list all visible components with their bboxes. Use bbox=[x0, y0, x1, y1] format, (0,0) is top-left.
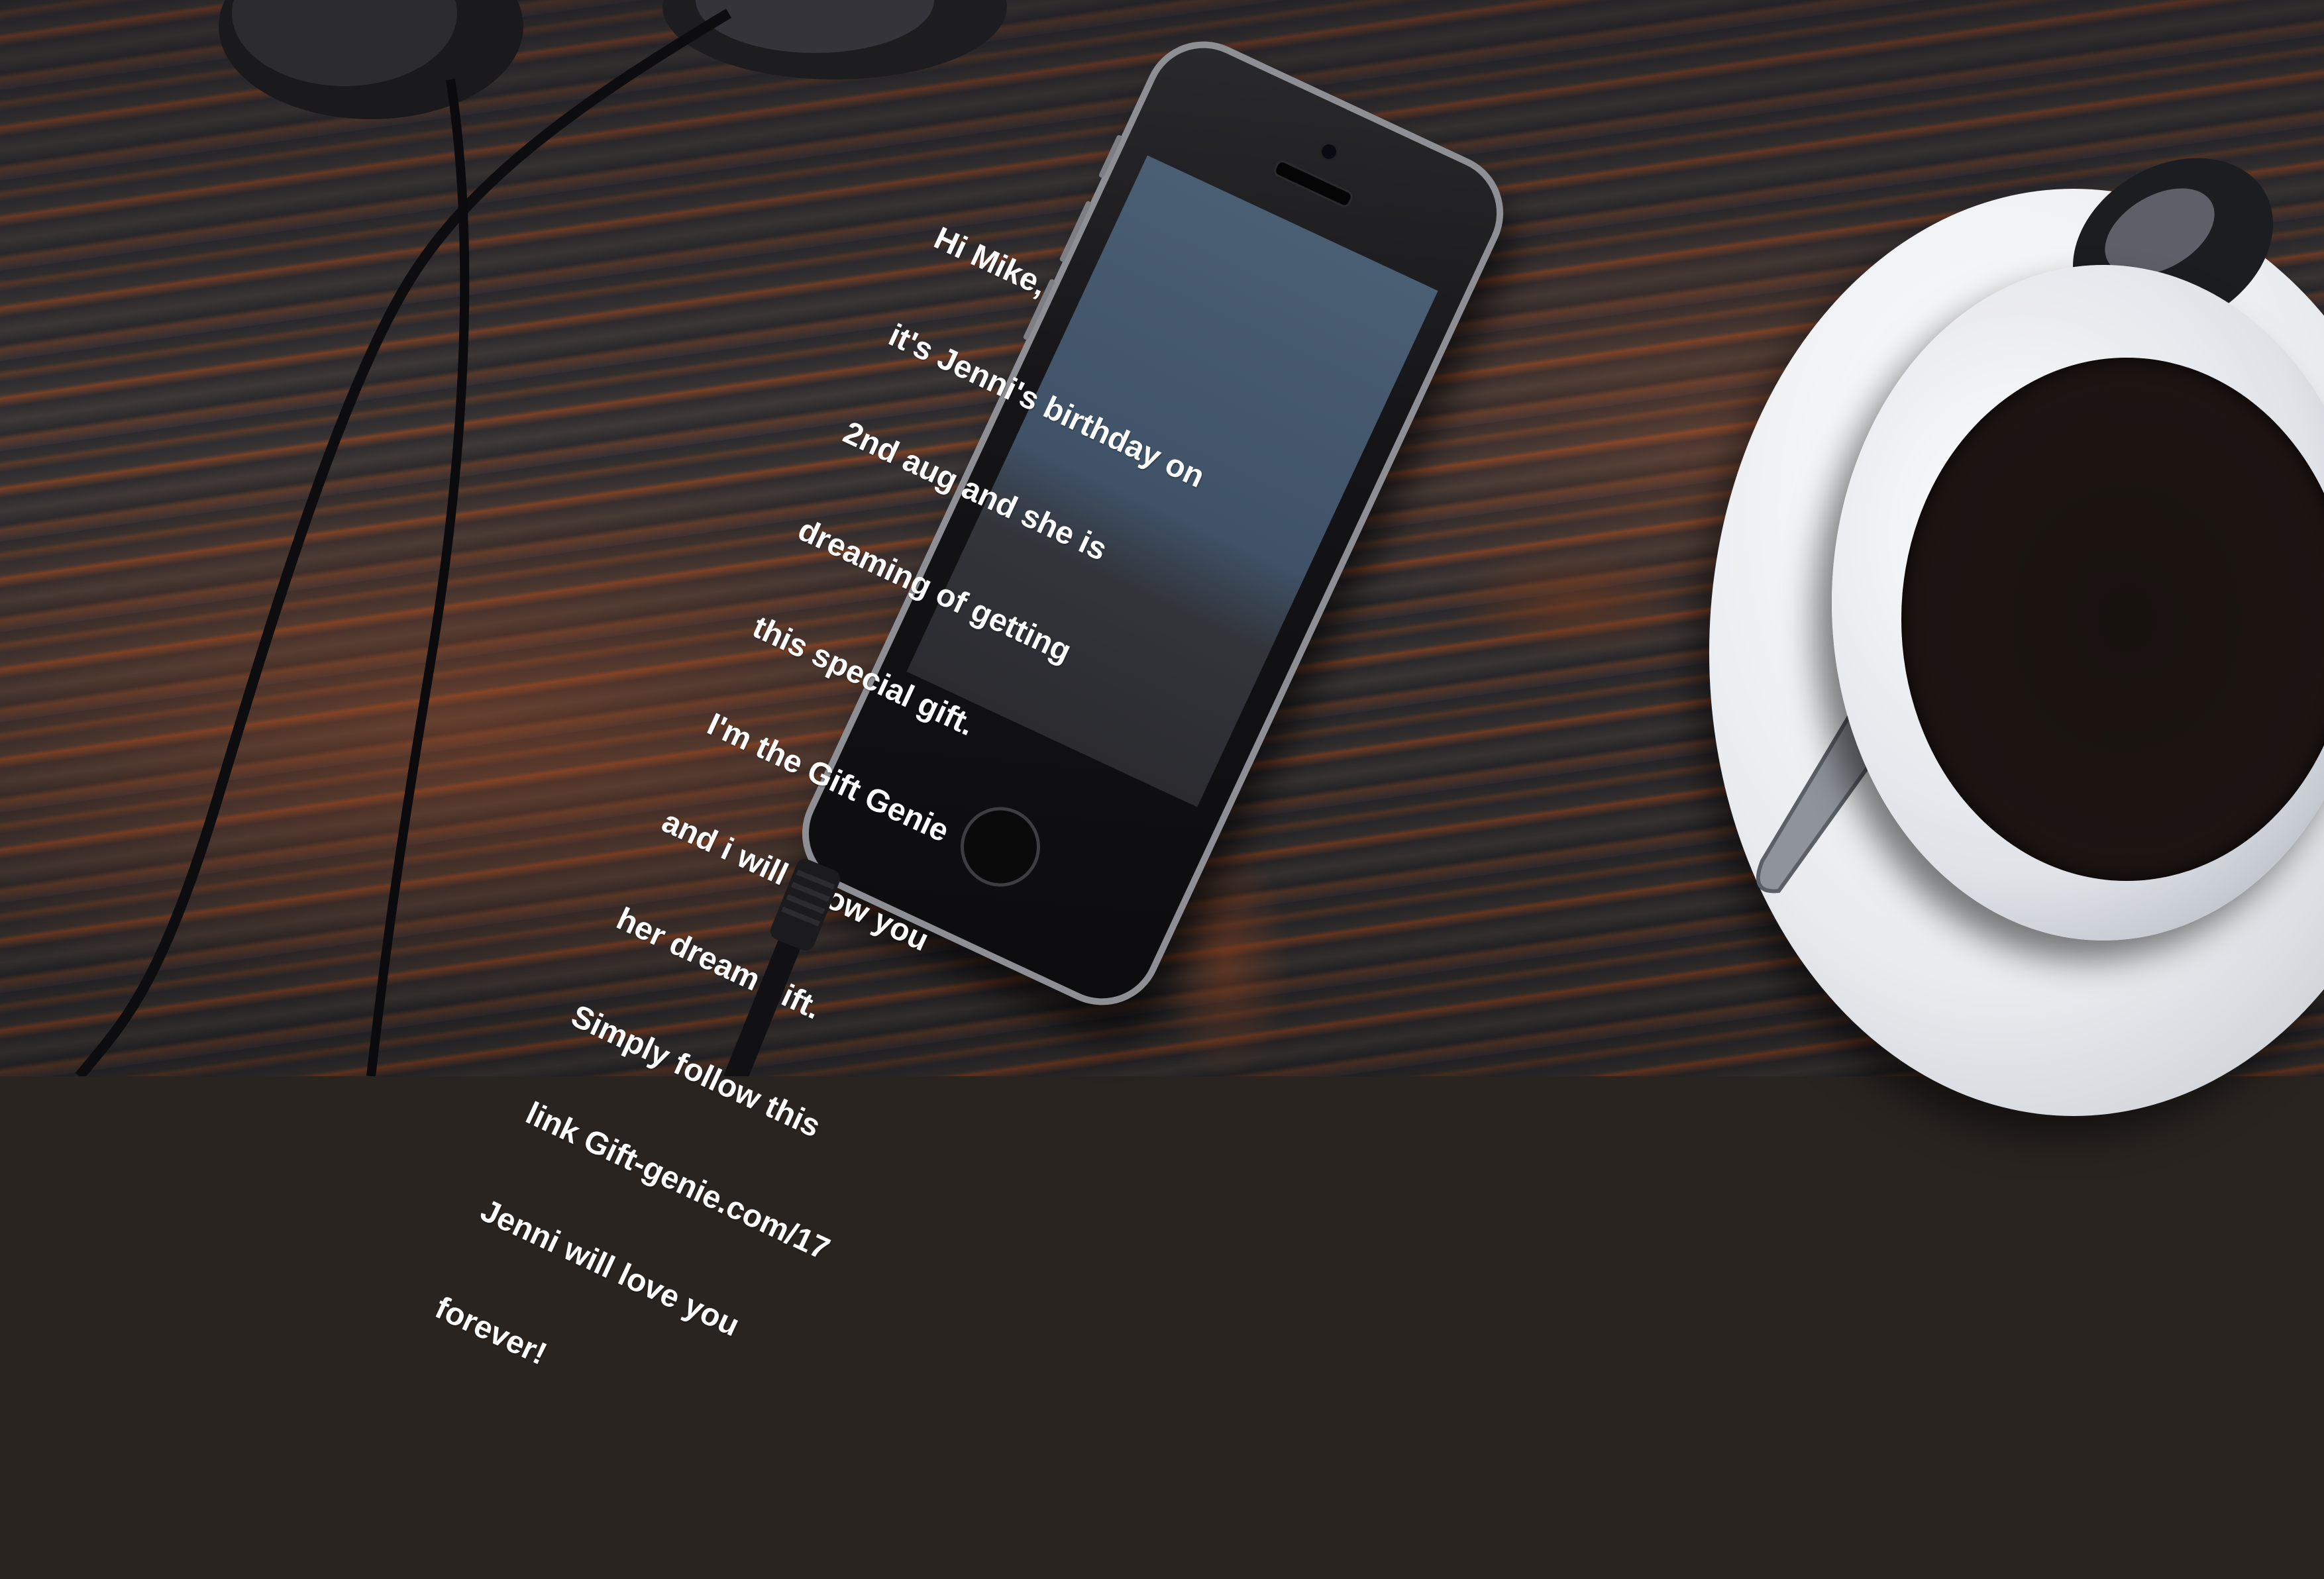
message-line: dreaming of getting bbox=[792, 512, 1077, 670]
message-line: it's Jenni's birthday on bbox=[883, 317, 1210, 495]
message-line: link Gift-genie.com/17 bbox=[520, 1095, 835, 1268]
message-line: 2nd aug and she is bbox=[838, 415, 1113, 568]
message-line: this special gift. bbox=[747, 609, 980, 743]
front-camera bbox=[1316, 139, 1342, 164]
message-line: Jenni will love you bbox=[475, 1193, 745, 1344]
headphone-jack-plug bbox=[723, 858, 841, 1076]
earpiece-speaker bbox=[1271, 158, 1355, 209]
mute-switch bbox=[1098, 134, 1123, 179]
message-line: forever! bbox=[429, 1290, 553, 1372]
